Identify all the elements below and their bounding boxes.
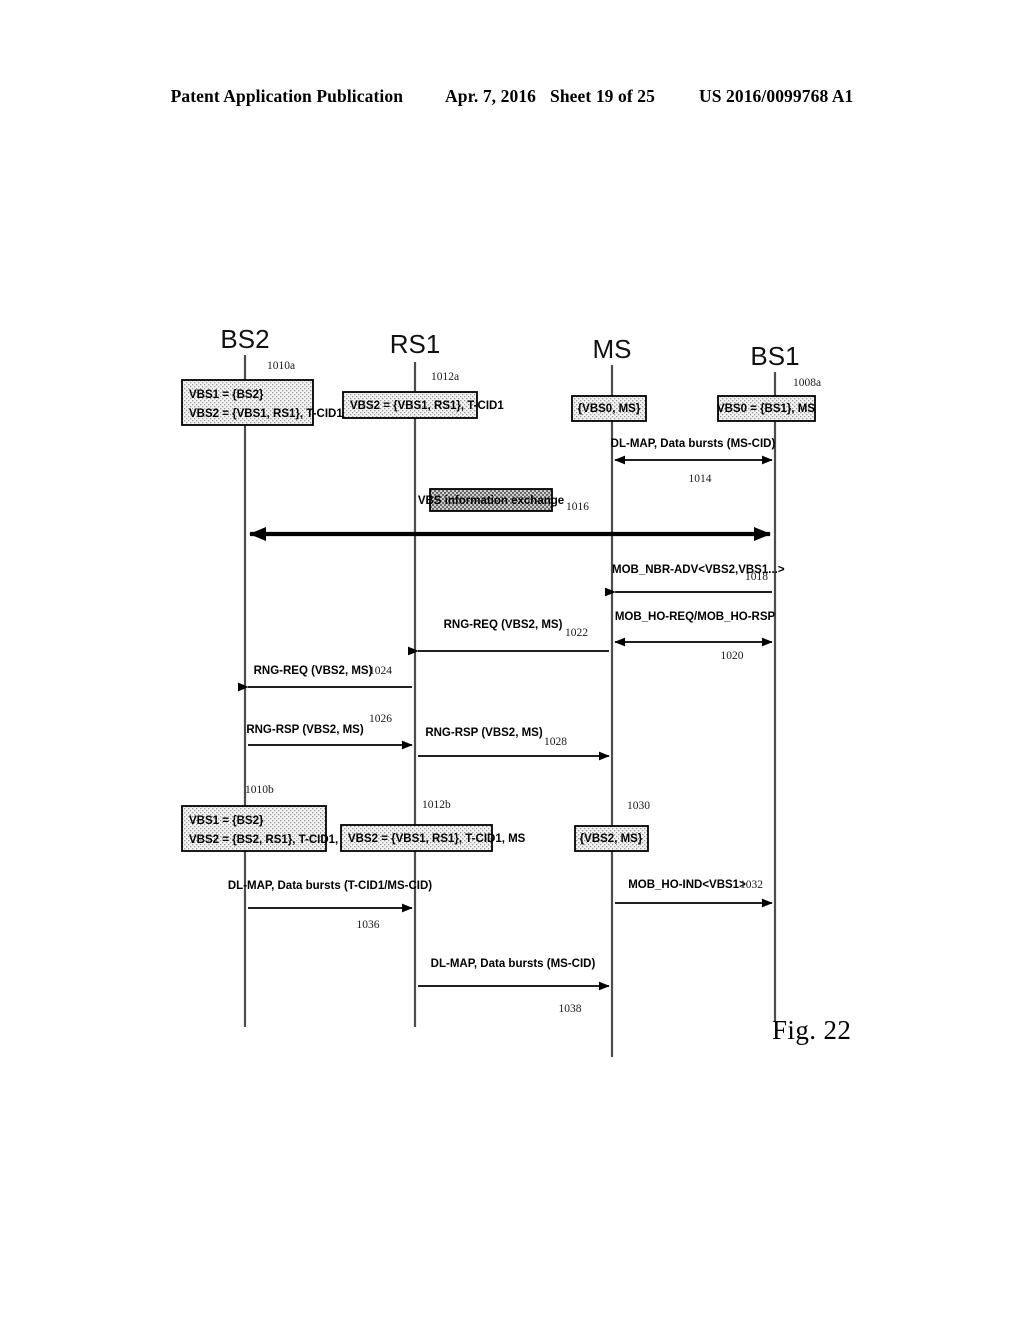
message-1032-label: MOB_HO-IND<VBS1> <box>628 879 746 891</box>
state-box-rs1-a: VBS2 = {VBS1, RS1}, T-CID1 <box>342 391 504 419</box>
state-box-bs2-a-line1: VBS1 = {BS2} <box>189 389 264 401</box>
message-1022-label: RNG-REQ (VBS2, MS) <box>444 619 563 631</box>
ref-1030: 1030 <box>627 800 650 812</box>
message-1028: RNG-RSP (VBS2, MS) 1028 <box>418 727 610 761</box>
state-box-ms-a-line1: {VBS0, MS} <box>578 403 641 415</box>
ref-1028: 1028 <box>544 736 567 748</box>
message-1014: DL-MAP, Data bursts (MS-CID) 1014 <box>611 438 776 485</box>
message-1028-label: RNG-RSP (VBS2, MS) <box>425 727 543 739</box>
message-1026-label: RNG-RSP (VBS2, MS) <box>246 724 364 736</box>
ref-1014: 1014 <box>689 473 712 485</box>
ref-1024: 1024 <box>369 665 392 677</box>
message-1024: RNG-REQ (VBS2, MS) 1024 <box>237 665 412 692</box>
message-1036: DL-MAP, Data bursts (T-CID1/MS-CID) 1036 <box>228 880 432 931</box>
message-1022: RNG-REQ (VBS2, MS) 1022 <box>407 619 609 656</box>
state-box-bs1-a: VBS0 = {BS1}, MS <box>717 395 816 422</box>
ref-1038: 1038 <box>559 1003 582 1015</box>
ref-1012a: 1012a <box>431 371 459 383</box>
message-1020-label: MOB_HO-REQ/MOB_HO-RSP <box>615 611 776 623</box>
ref-1012b: 1012b <box>422 799 451 811</box>
message-1026: RNG-RSP (VBS2, MS) 1026 <box>246 713 413 750</box>
ref-1010b: 1010b <box>245 784 274 796</box>
message-1036-label: DL-MAP, Data bursts (T-CID1/MS-CID) <box>228 880 432 892</box>
lane-title-bs1: BS1 <box>750 341 799 371</box>
message-1038: DL-MAP, Data bursts (MS-CID) 1038 <box>418 958 610 1015</box>
state-box-ms-b-line1: {VBS2, MS} <box>580 833 643 845</box>
vbs-exchange-label: VBS information exchange <box>418 495 564 507</box>
state-box-rs1-b: VBS2 = {VBS1, RS1}, T-CID1, MS <box>340 824 526 852</box>
state-box-ms-a: {VBS0, MS} <box>571 395 647 422</box>
message-1018: MOB_NBR-ADV<VBS2,VBS1...> 1018 <box>604 564 785 597</box>
ref-1020: 1020 <box>721 650 744 662</box>
ref-1018: 1018 <box>745 571 768 583</box>
state-box-bs1-a-line1: VBS0 = {BS1}, MS <box>717 403 815 415</box>
lane-title-rs1: RS1 <box>390 329 441 359</box>
state-box-bs2-a: VBS1 = {BS2} VBS2 = {VBS1, RS1}, T-CID1 <box>181 379 343 426</box>
ref-1036: 1036 <box>357 919 380 931</box>
ref-1022: 1022 <box>565 627 588 639</box>
figure-caption: Fig. 22 <box>772 1015 852 1045</box>
ref-1016: 1016 <box>566 501 589 513</box>
lane-title-ms: MS <box>593 334 632 364</box>
state-box-ms-b: {VBS2, MS} <box>574 825 649 852</box>
ref-1008a: 1008a <box>793 377 821 389</box>
state-box-bs2-b: VBS1 = {BS2} VBS2 = {BS2, RS1}, T-CID1, … <box>181 805 359 852</box>
message-1020: MOB_HO-REQ/MOB_HO-RSP 1020 <box>614 611 776 662</box>
ref-1010a: 1010a <box>267 360 295 372</box>
message-1024-label: RNG-REQ (VBS2, MS) <box>254 665 373 677</box>
message-1014-label: DL-MAP, Data bursts (MS-CID) <box>611 438 776 450</box>
state-box-rs1-b-line1: VBS2 = {VBS1, RS1}, T-CID1, MS <box>348 833 526 845</box>
message-1038-label: DL-MAP, Data bursts (MS-CID) <box>431 958 596 970</box>
state-box-rs1-a-line1: VBS2 = {VBS1, RS1}, T-CID1 <box>350 400 504 412</box>
ref-1026: 1026 <box>369 713 392 725</box>
state-box-vbs-exchange: VBS information exchange <box>418 488 564 512</box>
state-box-bs2-b-line1: VBS1 = {BS2} <box>189 815 264 827</box>
sequence-diagram: BS2 RS1 MS BS1 VBS1 = {BS2} VBS2 = {VBS1… <box>0 0 1024 1320</box>
message-1032: MOB_HO-IND<VBS1> 1032 <box>615 879 773 908</box>
state-box-bs2-b-line2: VBS2 = {BS2, RS1}, T-CID1, MS <box>189 834 359 846</box>
state-box-bs2-a-line2: VBS2 = {VBS1, RS1}, T-CID1 <box>189 408 343 420</box>
ref-1032: 1032 <box>740 879 763 891</box>
lane-title-bs2: BS2 <box>220 324 269 354</box>
